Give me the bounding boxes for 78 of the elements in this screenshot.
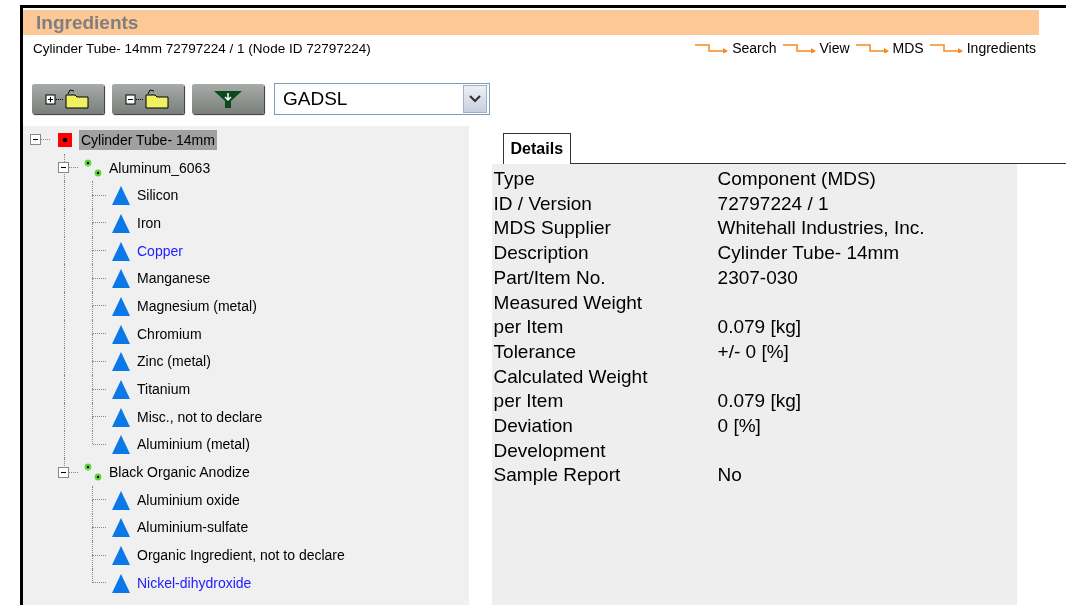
triangle-icon [111, 489, 131, 510]
field-label: MDS Supplier [492, 216, 612, 241]
triangle-icon [111, 351, 131, 372]
node-subtitle: Cylinder Tube- 14mm 72797224 / 1 (Node ID 72797224) [33, 40, 371, 56]
collapse-all-button[interactable] [112, 84, 184, 114]
tree-item[interactable]: Copper [135, 240, 185, 261]
breadcrumb-link[interactable]: View [819, 40, 850, 56]
tree-item[interactable]: Aluminium (metal) [135, 434, 252, 455]
field-value: 0 [%] [717, 414, 761, 439]
field-label: Measured Weight [492, 290, 644, 315]
field-label: Part/Item No. [492, 265, 607, 290]
field-value: Component (MDS) [717, 167, 876, 191]
tree-folder-icon [124, 88, 172, 110]
tree-item[interactable]: Aluminium-sulfate [135, 517, 251, 538]
tree-item[interactable]: Iron [135, 212, 164, 233]
triangle-icon [111, 545, 131, 566]
list-select[interactable]: GADSL [274, 83, 490, 115]
chevron-down-icon [469, 95, 481, 103]
tree-item[interactable]: Titanium [135, 379, 193, 400]
triangle-icon [111, 517, 131, 538]
field-value: 0.079 [kg] [717, 315, 801, 340]
page-title: Ingredients [36, 11, 139, 34]
tree-item[interactable]: Nickel-dihydroxide [135, 572, 254, 593]
field-label: Tolerance [492, 339, 577, 364]
field-label: Description [492, 241, 590, 266]
triangle-icon [111, 572, 131, 593]
tree-item[interactable]: Chromium [135, 323, 204, 344]
field-value: 2307-030 [717, 265, 798, 290]
triangle-icon [111, 212, 131, 233]
expand-all-button[interactable] [32, 84, 104, 114]
tree-item[interactable]: Black Organic Anodize [107, 462, 252, 483]
details-tab[interactable]: Details [502, 133, 572, 164]
breadcrumb-link[interactable]: Ingredients [966, 40, 1036, 56]
field-value: Cylinder Tube- 14mm [717, 241, 900, 266]
field-value: Whitehall Industries, Inc. [717, 216, 925, 241]
triangle-icon [111, 406, 131, 427]
tree-item[interactable]: Aluminum_6063 [107, 157, 213, 178]
tree-item[interactable]: Manganese [135, 268, 213, 289]
step-arrow-icon [855, 43, 890, 53]
field-label: Development [492, 438, 607, 463]
square-node-icon [58, 132, 72, 147]
field-value: +/- 0 [%] [717, 339, 789, 364]
triangle-icon [111, 323, 131, 344]
tree-folder-icon [44, 88, 92, 110]
tree-item[interactable]: Magnesium (metal) [135, 295, 259, 316]
field-value: 0.079 [kg] [717, 389, 801, 414]
field-value: 72797224 / 1 [717, 191, 829, 216]
step-arrow-icon [782, 43, 817, 53]
tree-item[interactable]: Organic Ingredient, not to declare [135, 545, 347, 566]
triangle-icon [111, 434, 131, 455]
field-label: Sample Report [492, 463, 622, 488]
collapse-toggle-icon[interactable] [58, 162, 69, 174]
triangle-icon [111, 268, 131, 289]
field-label: ID / Version [492, 191, 593, 216]
breadcrumb-link[interactable]: MDS [892, 40, 924, 56]
triangle-icon [111, 240, 131, 261]
triangle-icon [111, 185, 131, 206]
step-arrow-icon [695, 43, 730, 53]
triangle-icon [111, 295, 131, 316]
field-label: Type [492, 167, 536, 191]
tree-item[interactable]: Zinc (metal) [135, 351, 213, 372]
field-label: Deviation [492, 414, 574, 439]
breadcrumb-link[interactable]: Search [732, 40, 777, 56]
filter-button[interactable] [192, 84, 264, 114]
tree-item[interactable]: Cylinder Tube- 14mm [79, 129, 217, 150]
field-label: per Item [492, 389, 565, 414]
field-value: No [717, 463, 742, 488]
field-label: Calculated Weight [492, 364, 649, 389]
tree-item[interactable]: Misc., not to declare [135, 406, 265, 427]
triangle-icon [111, 379, 131, 400]
collapse-toggle-icon[interactable] [30, 134, 41, 146]
dots-icon [83, 462, 103, 483]
collapse-toggle-icon[interactable] [58, 466, 69, 478]
dots-icon [83, 157, 103, 178]
field-label: per Item [492, 315, 565, 340]
step-arrow-icon [929, 43, 964, 53]
tree-item[interactable]: Silicon [135, 185, 181, 206]
tree-item[interactable]: Aluminium oxide [135, 489, 242, 510]
